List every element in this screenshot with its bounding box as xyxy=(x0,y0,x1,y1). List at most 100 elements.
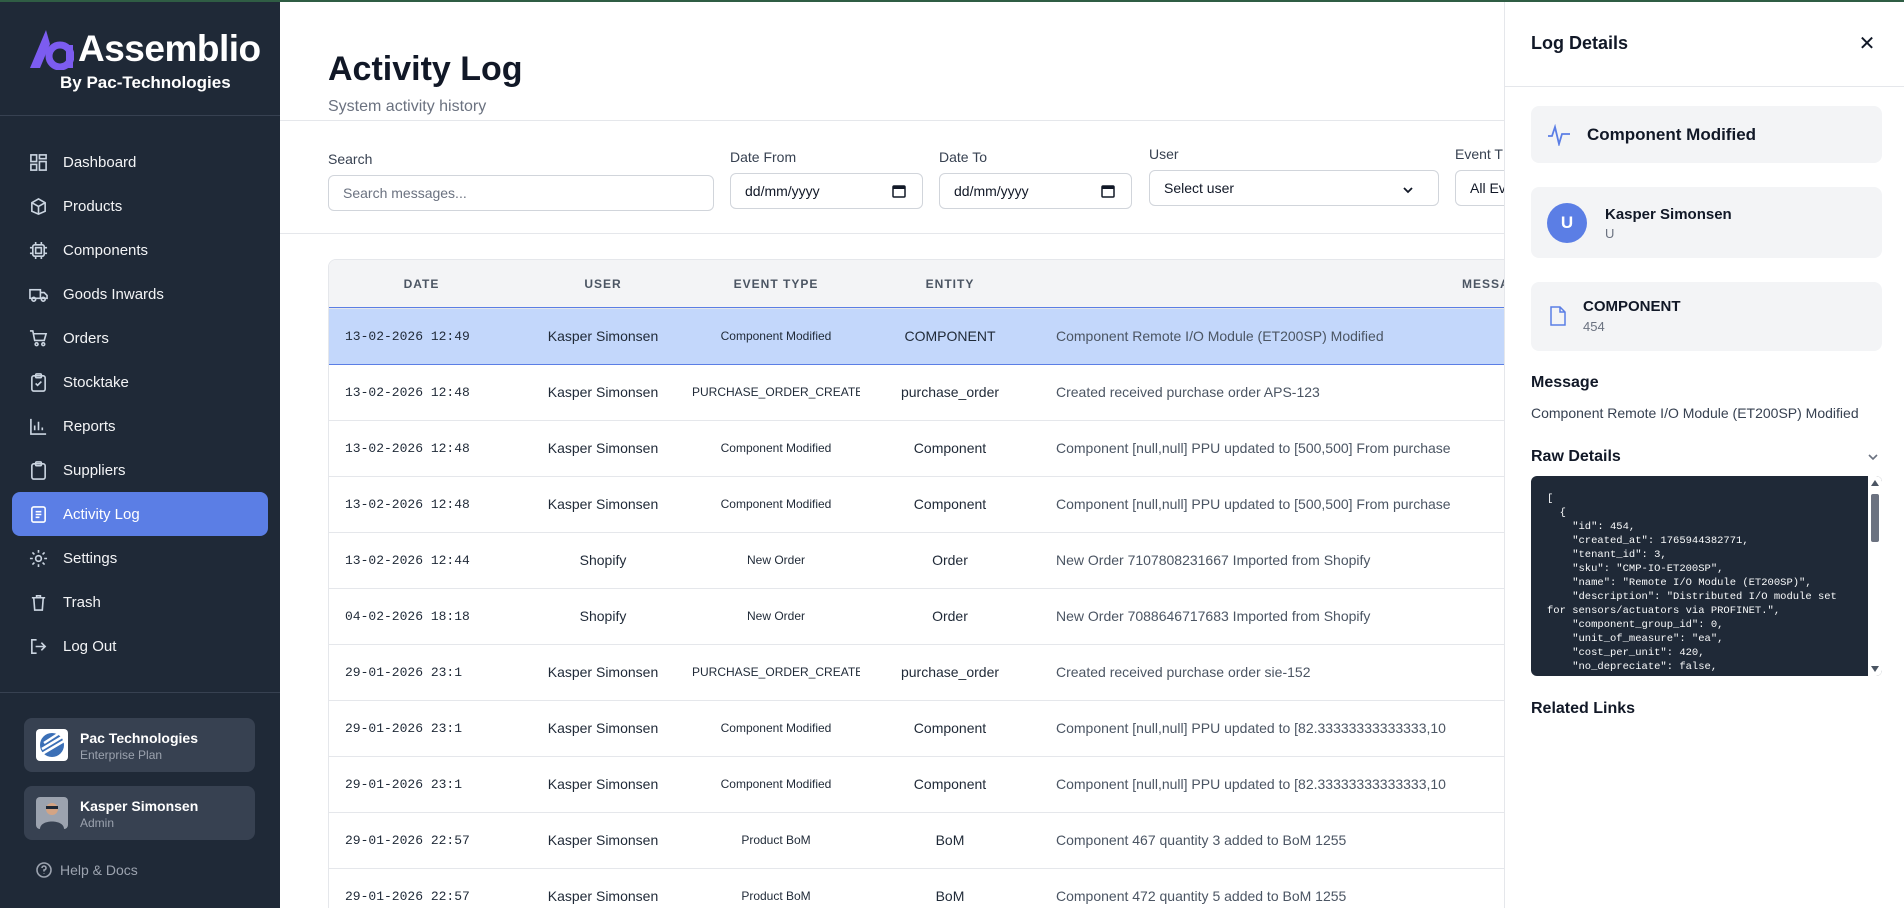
search-field[interactable] xyxy=(328,175,714,211)
cell-entity: Component xyxy=(860,420,1040,477)
column-header-message[interactable]: MESSAGE xyxy=(1040,260,1504,309)
help-link[interactable]: Help & Docs xyxy=(36,862,138,878)
chevron-down-icon xyxy=(1403,187,1413,194)
cell-message: Component [null,null] PPU updated to [82… xyxy=(1040,756,1504,813)
table-row[interactable]: 13-02-2026 12:48 Kasper Simonsen Compone… xyxy=(329,476,1504,533)
sidebar-item-reports[interactable]: Reports xyxy=(12,404,268,448)
event-user-sub: U xyxy=(1605,226,1615,241)
cell-date: 04-02-2026 18:18 xyxy=(329,588,514,645)
raw-details-heading[interactable]: Raw Details xyxy=(1531,448,1621,466)
close-icon[interactable]: ✕ xyxy=(1857,34,1877,54)
brand[interactable]: Assemblio By Pac-Technologies xyxy=(24,26,264,96)
cell-event-type: PURCHASE_ORDER_CREATED xyxy=(692,644,860,701)
date-to-label: Date To xyxy=(939,149,987,165)
event-type-select[interactable]: All Ev xyxy=(1455,170,1504,206)
cell-date: 29-01-2026 22:57 xyxy=(329,812,514,869)
user-role: Admin xyxy=(80,816,115,830)
sidebar-item-log-out[interactable]: Log Out xyxy=(12,624,268,668)
sidebar-item-label: Settings xyxy=(63,549,118,567)
table-row[interactable]: 13-02-2026 12:48 Kasper Simonsen Compone… xyxy=(329,420,1504,477)
sidebar-item-trash[interactable]: Trash xyxy=(12,580,268,624)
table-row[interactable]: 13-02-2026 12:48 Kasper Simonsen PURCHAS… xyxy=(329,364,1504,421)
cell-date: 29-01-2026 23:1 xyxy=(329,756,514,813)
table-row[interactable]: 04-02-2026 18:18 Shopify New Order Order… xyxy=(329,588,1504,645)
cell-message: New Order 7107808231667 Imported from Sh… xyxy=(1040,532,1504,589)
sidebar-item-label: Components xyxy=(63,241,149,259)
user-select[interactable]: Select user xyxy=(1149,170,1439,206)
scroll-up-icon[interactable] xyxy=(1871,480,1879,486)
sidebar-item-products[interactable]: Products xyxy=(12,184,268,228)
top-accent-bar xyxy=(0,0,1904,2)
search-input[interactable] xyxy=(343,185,699,201)
chevron-down-icon[interactable] xyxy=(1867,452,1879,462)
cell-message: Component [null,null] PPU updated to [50… xyxy=(1040,476,1504,533)
calendar-icon[interactable] xyxy=(892,184,906,198)
column-header-event-type[interactable]: EVENT TYPE xyxy=(692,260,860,309)
cell-event-type: Component Modified xyxy=(692,700,860,757)
organization-card[interactable]: Pac Technologies Enterprise Plan xyxy=(24,718,255,772)
sidebar-item-label: Suppliers xyxy=(63,461,126,479)
scrollbar[interactable] xyxy=(1868,476,1882,676)
brand-subtitle: By Pac-Technologies xyxy=(60,73,231,92)
help-label: Help & Docs xyxy=(60,862,138,878)
org-plan: Enterprise Plan xyxy=(80,748,163,762)
page-title: Activity Log xyxy=(328,50,523,88)
date-to-input[interactable]: dd/mm/yyyy xyxy=(939,173,1132,209)
activity-table: DATE USER EVENT TYPE ENTITY MESSAGE 13-0… xyxy=(328,259,1504,908)
cell-date: 13-02-2026 12:48 xyxy=(329,420,514,477)
help-icon xyxy=(36,862,52,878)
cell-entity: BoM xyxy=(860,868,1040,908)
event-user-card: U Kasper Simonsen U xyxy=(1531,187,1882,258)
column-header-entity[interactable]: ENTITY xyxy=(860,260,1040,309)
sidebar-item-label: Trash xyxy=(63,593,101,611)
gear-icon xyxy=(28,548,48,568)
table-row[interactable]: 13-02-2026 12:49 Kasper Simonsen Compone… xyxy=(329,307,1504,365)
user-card[interactable]: Kasper Simonsen Admin xyxy=(24,786,255,840)
cell-entity: Component xyxy=(860,700,1040,757)
cell-date: 29-01-2026 23:1 xyxy=(329,644,514,701)
cell-event-type: Component Modified xyxy=(692,756,860,813)
sidebar-item-suppliers[interactable]: Suppliers xyxy=(12,448,268,492)
event-user-name: Kasper Simonsen xyxy=(1605,206,1732,223)
sidebar-item-dashboard[interactable]: Dashboard xyxy=(12,140,268,184)
sidebar-item-label: Log Out xyxy=(63,637,117,655)
cell-user: Shopify xyxy=(514,588,692,645)
table-row[interactable]: 29-01-2026 22:57 Kasper Simonsen Product… xyxy=(329,812,1504,869)
cell-entity: purchase_order xyxy=(860,364,1040,421)
sidebar-item-stocktake[interactable]: Stocktake xyxy=(12,360,268,404)
truck-icon xyxy=(28,284,48,304)
message-heading: Message xyxy=(1531,374,1599,391)
cell-message: Created received purchase order APS-123 xyxy=(1040,364,1504,421)
scrollbar-thumb[interactable] xyxy=(1871,494,1879,542)
table-row[interactable]: 13-02-2026 12:44 Shopify New Order Order… xyxy=(329,532,1504,589)
date-from-input[interactable]: dd/mm/yyyy xyxy=(730,173,923,209)
raw-details-text: [ { "id": 454, "created_at": 17659443827… xyxy=(1547,493,1837,673)
calendar-icon[interactable] xyxy=(1101,184,1115,198)
column-header-date[interactable]: DATE xyxy=(329,260,514,309)
assemblio-logo-icon xyxy=(30,30,74,70)
sidebar-item-orders[interactable]: Orders xyxy=(12,316,268,360)
table-row[interactable]: 29-01-2026 22:57 Kasper Simonsen Product… xyxy=(329,868,1504,908)
sidebar-item-goods-inwards[interactable]: Goods Inwards xyxy=(12,272,268,316)
table-row[interactable]: 29-01-2026 23:1 Kasper Simonsen Componen… xyxy=(329,700,1504,757)
table-header-row: DATE USER EVENT TYPE ENTITY MESSAGE xyxy=(329,260,1504,309)
raw-details-code[interactable]: [ { "id": 454, "created_at": 17659443827… xyxy=(1531,476,1882,676)
column-header-user[interactable]: USER xyxy=(514,260,692,309)
cell-user: Kasper Simonsen xyxy=(514,868,692,908)
trash-icon xyxy=(28,592,48,612)
scroll-down-icon[interactable] xyxy=(1871,666,1879,672)
cell-message: Component [null,null] PPU updated to [50… xyxy=(1040,420,1504,477)
cell-entity: BoM xyxy=(860,812,1040,869)
sidebar-item-activity-log[interactable]: Activity Log xyxy=(12,492,268,536)
cell-message: Component 472 quantity 5 added to BoM 12… xyxy=(1040,868,1504,908)
table-row[interactable]: 29-01-2026 23:1 Kasper Simonsen Componen… xyxy=(329,756,1504,813)
sidebar-item-components[interactable]: Components xyxy=(12,228,268,272)
entity-card[interactable]: COMPONENT 454 xyxy=(1531,282,1882,351)
activity-log-icon xyxy=(28,504,48,524)
table-row[interactable]: 29-01-2026 23:1 Kasper Simonsen PURCHASE… xyxy=(329,644,1504,701)
sidebar-item-settings[interactable]: Settings xyxy=(12,536,268,580)
sidebar-item-label: Orders xyxy=(63,329,109,347)
cell-event-type: Component Modified xyxy=(692,308,860,365)
cell-event-type: PURCHASE_ORDER_CREATED xyxy=(692,364,860,421)
cell-entity: purchase_order xyxy=(860,644,1040,701)
